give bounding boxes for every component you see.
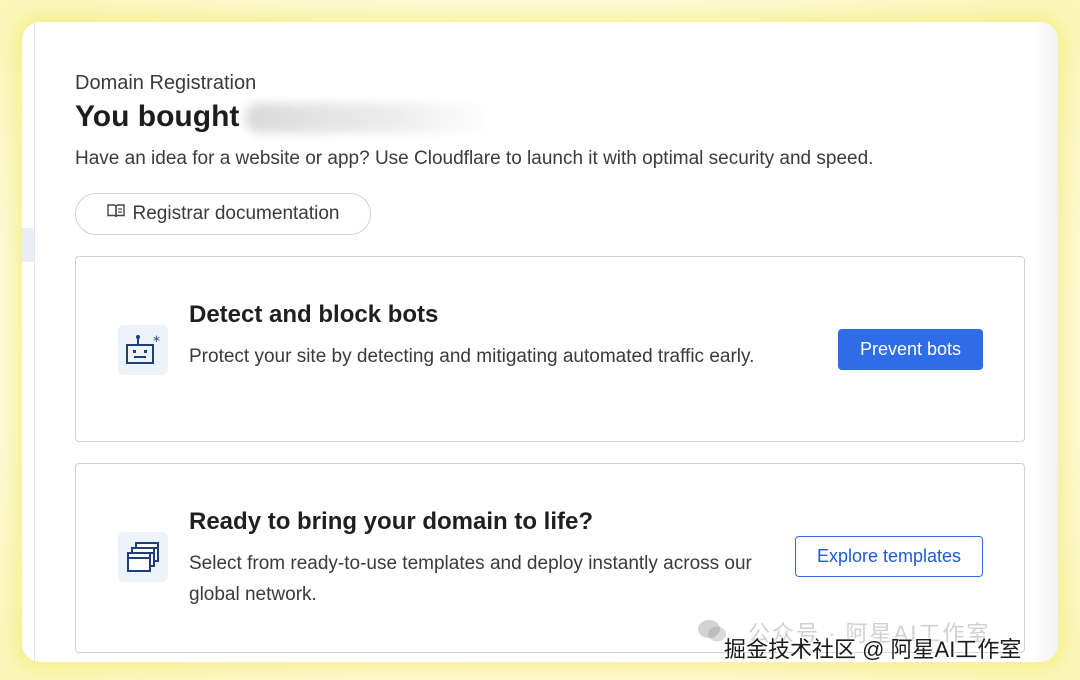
page-subtitle: Have an idea for a website or app? Use C…: [75, 148, 874, 169]
registrar-documentation-label: Registrar documentation: [132, 203, 340, 224]
card-description: Protect your site by detecting and mitig…: [189, 346, 755, 367]
watermark-text: 掘金技术社区 @ 阿星AI工作室: [724, 637, 1022, 662]
prevent-bots-button[interactable]: Prevent bots: [838, 329, 983, 370]
card-title: Ready to bring your domain to life?: [189, 508, 594, 535]
main-panel: Domain Registration You bought Have an i…: [22, 22, 1058, 662]
bot-protection-card: * Detect and block bots Protect your sit…: [75, 256, 1025, 442]
templates-icon: [118, 532, 168, 582]
registrar-documentation-button[interactable]: Registrar documentation: [75, 193, 371, 235]
section-label: Domain Registration: [75, 72, 257, 94]
page-title: You bought: [75, 100, 496, 134]
page-title-text: You bought: [75, 100, 240, 133]
sidebar-edge-tab: [22, 228, 34, 262]
card-title: Detect and block bots: [189, 301, 439, 328]
left-divider: [34, 22, 35, 662]
right-edge-fade: [1032, 22, 1058, 662]
wechat-logo-icon: [698, 620, 726, 642]
bot-icon: *: [118, 325, 168, 375]
book-icon: [106, 203, 125, 225]
explore-templates-button[interactable]: Explore templates: [795, 536, 983, 577]
redacted-domain-name: [245, 103, 496, 134]
card-description: Select from ready-to-use templates and d…: [189, 553, 752, 605]
svg-text:*: *: [153, 334, 160, 350]
